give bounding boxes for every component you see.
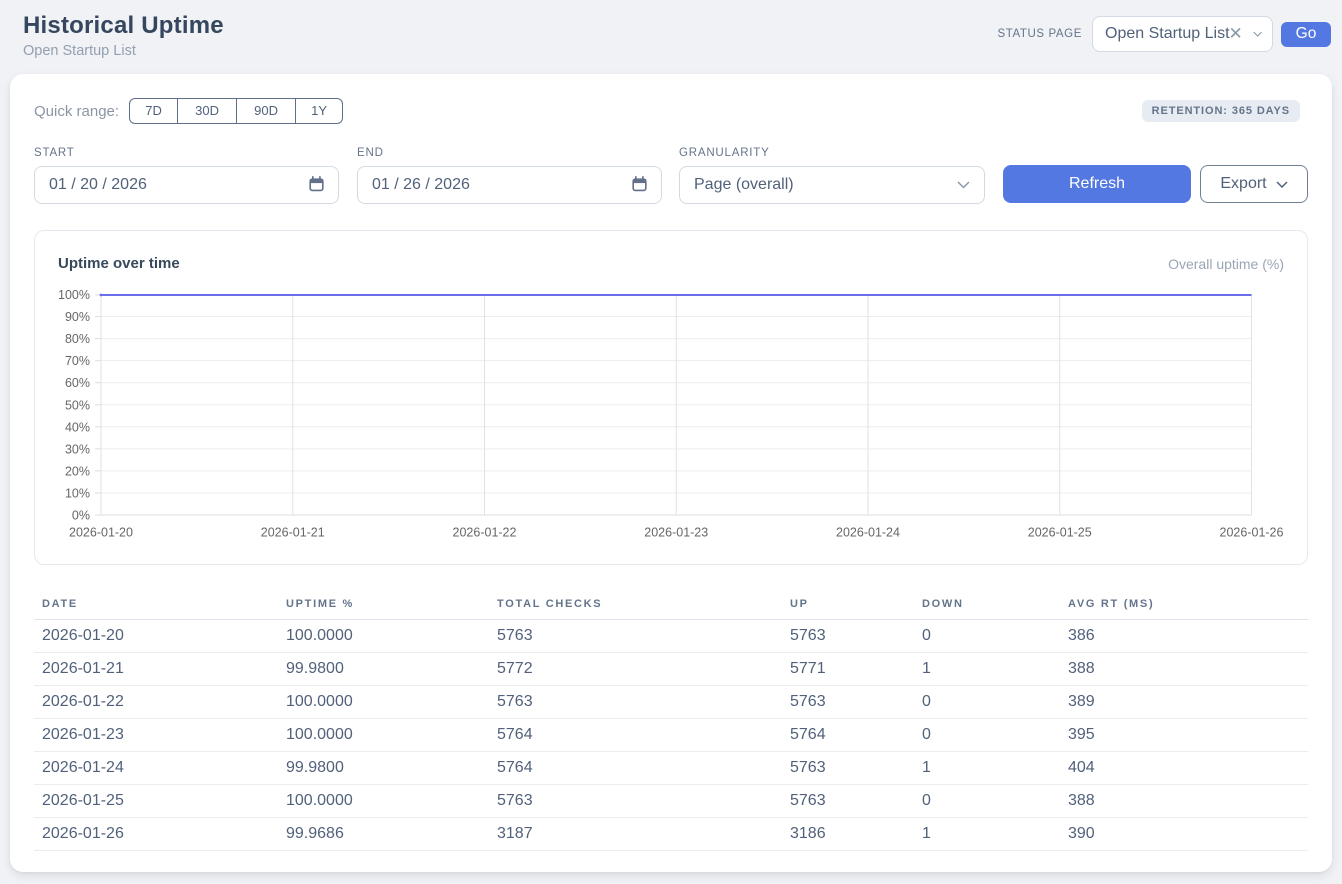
svg-text:90%: 90% [65,310,90,324]
svg-text:20%: 20% [65,464,90,478]
svg-text:2026-01-22: 2026-01-22 [453,526,517,540]
svg-text:2026-01-26: 2026-01-26 [1220,526,1284,540]
svg-text:2026-01-25: 2026-01-25 [1028,526,1092,540]
svg-text:2026-01-20: 2026-01-20 [69,526,133,540]
svg-text:0%: 0% [72,509,90,523]
svg-text:70%: 70% [65,354,90,368]
svg-text:10%: 10% [65,486,90,500]
svg-text:80%: 80% [65,332,90,346]
svg-text:2026-01-21: 2026-01-21 [261,526,325,540]
svg-text:50%: 50% [65,398,90,412]
svg-text:2026-01-24: 2026-01-24 [836,526,900,540]
svg-text:40%: 40% [65,420,90,434]
svg-text:30%: 30% [65,442,90,456]
svg-text:60%: 60% [65,376,90,390]
svg-text:2026-01-23: 2026-01-23 [644,526,708,540]
svg-text:100%: 100% [58,288,90,302]
